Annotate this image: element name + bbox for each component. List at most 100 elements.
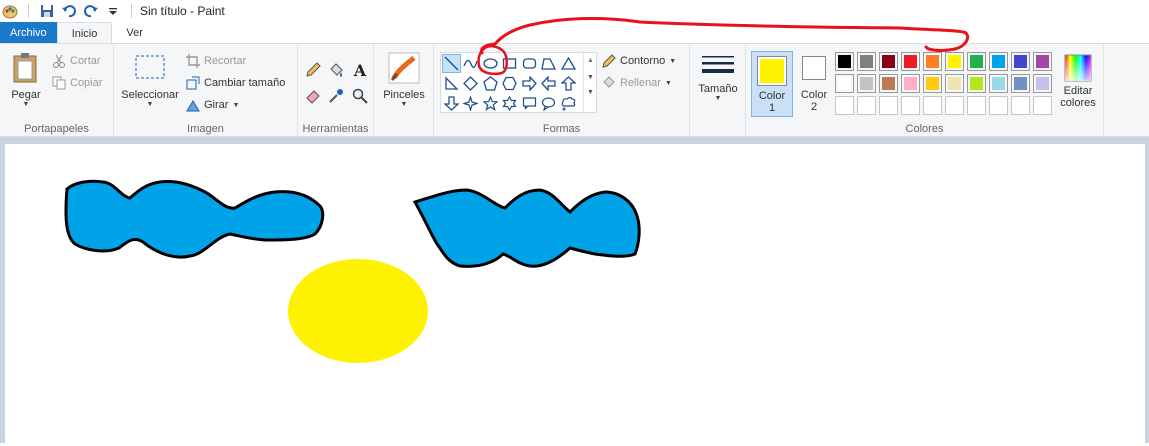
- edit-colors-button[interactable]: Editar colores: [1056, 54, 1100, 109]
- pentagon-shape-icon[interactable]: [481, 74, 500, 93]
- select-button[interactable]: Seleccionar ▼: [118, 52, 182, 108]
- magnifier-icon[interactable]: [350, 86, 370, 106]
- size-button[interactable]: Tamaño ▼: [696, 54, 740, 102]
- five-point-star-shape-icon[interactable]: [481, 94, 500, 113]
- rectangle-shape-icon[interactable]: [500, 54, 519, 73]
- pencil-icon[interactable]: [303, 60, 323, 80]
- copy-button[interactable]: Copiar: [52, 76, 102, 90]
- palette-color-swatch[interactable]: [1011, 52, 1030, 71]
- cloud-callout-shape-icon[interactable]: [559, 94, 578, 113]
- paste-button[interactable]: Pegar ▼: [6, 52, 46, 108]
- colors-group-label: Colores: [905, 123, 944, 135]
- palette-custom-slot[interactable]: [901, 96, 920, 115]
- triangle-shape-icon[interactable]: [559, 54, 578, 73]
- cut-button[interactable]: Cortar: [52, 54, 101, 68]
- palette-color-swatch[interactable]: [1033, 52, 1052, 71]
- text-icon[interactable]: A: [350, 60, 370, 80]
- palette-color-swatch[interactable]: [901, 74, 920, 93]
- palette-color-swatch[interactable]: [945, 74, 964, 93]
- swatch-fill: [1036, 55, 1049, 68]
- drawing-svg: [64, 179, 641, 363]
- color2-button[interactable]: Color 2: [796, 54, 832, 113]
- fill-icon[interactable]: [326, 60, 346, 80]
- palette-custom-slot[interactable]: [1033, 96, 1052, 115]
- save-icon[interactable]: [39, 3, 55, 19]
- palette-custom-slot[interactable]: [857, 96, 876, 115]
- group-size: Tamaño ▼: [690, 44, 746, 138]
- curve-shape-icon[interactable]: [461, 54, 480, 73]
- left-arrow-shape-icon[interactable]: [539, 74, 558, 93]
- customize-toolbar-icon[interactable]: [105, 3, 121, 19]
- ribbon-tabs: Archivo Inicio Ver: [0, 22, 1149, 44]
- swatch-fill: [948, 55, 961, 68]
- expand-gallery-icon[interactable]: ▼: [584, 89, 597, 96]
- scroll-up-icon[interactable]: ▲: [584, 57, 597, 64]
- palette-custom-slot[interactable]: [945, 96, 964, 115]
- palette-color-swatch[interactable]: [967, 52, 986, 71]
- shapes-scrollbar[interactable]: ▲ ▼ ▼: [583, 53, 597, 112]
- color1-button[interactable]: Color 1: [751, 51, 793, 117]
- diamond-shape-icon[interactable]: [461, 74, 480, 93]
- palette-color-swatch[interactable]: [923, 74, 942, 93]
- palette-color-swatch[interactable]: [857, 74, 876, 93]
- color2-preview: [802, 56, 826, 80]
- palette-color-swatch[interactable]: [989, 52, 1008, 71]
- resize-button[interactable]: Cambiar tamaño: [186, 76, 285, 90]
- six-point-star-shape-icon[interactable]: [500, 94, 519, 113]
- oval-shape-icon[interactable]: [481, 54, 500, 73]
- palette-custom-slot[interactable]: [835, 96, 854, 115]
- palette-color-swatch[interactable]: [857, 52, 876, 71]
- title-bar: Sin título - Paint: [0, 0, 1149, 22]
- hexagon-shape-icon[interactable]: [500, 74, 519, 93]
- palette-custom-slot[interactable]: [1011, 96, 1030, 115]
- drawing-canvas[interactable]: [5, 144, 1145, 443]
- tools-group-label: Herramientas: [302, 123, 369, 135]
- palette-color-swatch[interactable]: [835, 74, 854, 93]
- four-point-star-shape-icon[interactable]: [461, 94, 480, 113]
- palette-color-swatch[interactable]: [923, 52, 942, 71]
- palette-custom-slot[interactable]: [967, 96, 986, 115]
- palette-custom-slot[interactable]: [989, 96, 1008, 115]
- outline-button[interactable]: Contorno ▼: [602, 54, 676, 68]
- color-palette: [835, 52, 1057, 118]
- swatch-fill: [992, 77, 1005, 90]
- swatch-fill: [926, 77, 939, 90]
- scroll-down-icon[interactable]: ▼: [584, 74, 597, 81]
- palette-color-swatch[interactable]: [945, 52, 964, 71]
- down-arrow-shape-icon[interactable]: [442, 94, 461, 113]
- tab-inicio[interactable]: Inicio: [56, 22, 113, 44]
- palette-color-swatch[interactable]: [901, 52, 920, 71]
- undo-icon[interactable]: [61, 3, 77, 19]
- palette-color-swatch[interactable]: [879, 74, 898, 93]
- rotate-button[interactable]: Girar ▼: [186, 98, 239, 112]
- palette-color-swatch[interactable]: [835, 52, 854, 71]
- palette-color-swatch[interactable]: [879, 52, 898, 71]
- rounded-rectangle-shape-icon[interactable]: [520, 54, 539, 73]
- copy-label: Copiar: [70, 77, 103, 89]
- palette-color-swatch[interactable]: [1033, 74, 1052, 93]
- polygon-shape-icon[interactable]: [539, 54, 558, 73]
- palette-custom-slot[interactable]: [879, 96, 898, 115]
- palette-color-swatch[interactable]: [989, 74, 1008, 93]
- color-picker-icon[interactable]: [326, 86, 346, 106]
- tab-ver[interactable]: Ver: [112, 22, 157, 44]
- rotate-label: Girar: [204, 99, 229, 111]
- resize-icon: [186, 76, 200, 90]
- right-arrow-shape-icon[interactable]: [520, 74, 539, 93]
- crop-button[interactable]: Recortar: [186, 54, 246, 68]
- rect-callout-shape-icon[interactable]: [520, 94, 539, 113]
- fill-button[interactable]: Rellenar ▼: [602, 76, 672, 90]
- right-triangle-shape-icon[interactable]: [442, 74, 461, 93]
- line-shape-icon[interactable]: [442, 54, 461, 73]
- eraser-icon[interactable]: [303, 86, 323, 106]
- palette-color-swatch[interactable]: [967, 74, 986, 93]
- paint-app-icon[interactable]: [2, 3, 18, 19]
- tab-archivo[interactable]: Archivo: [0, 22, 57, 44]
- up-arrow-shape-icon[interactable]: [559, 74, 578, 93]
- palette-color-swatch[interactable]: [1011, 74, 1030, 93]
- oval-callout-shape-icon[interactable]: [539, 94, 558, 113]
- brushes-button[interactable]: Pinceles ▼: [382, 52, 426, 108]
- palette-custom-slot[interactable]: [923, 96, 942, 115]
- edit-colors-label-2: colores: [1060, 97, 1096, 109]
- redo-icon[interactable]: [83, 3, 99, 19]
